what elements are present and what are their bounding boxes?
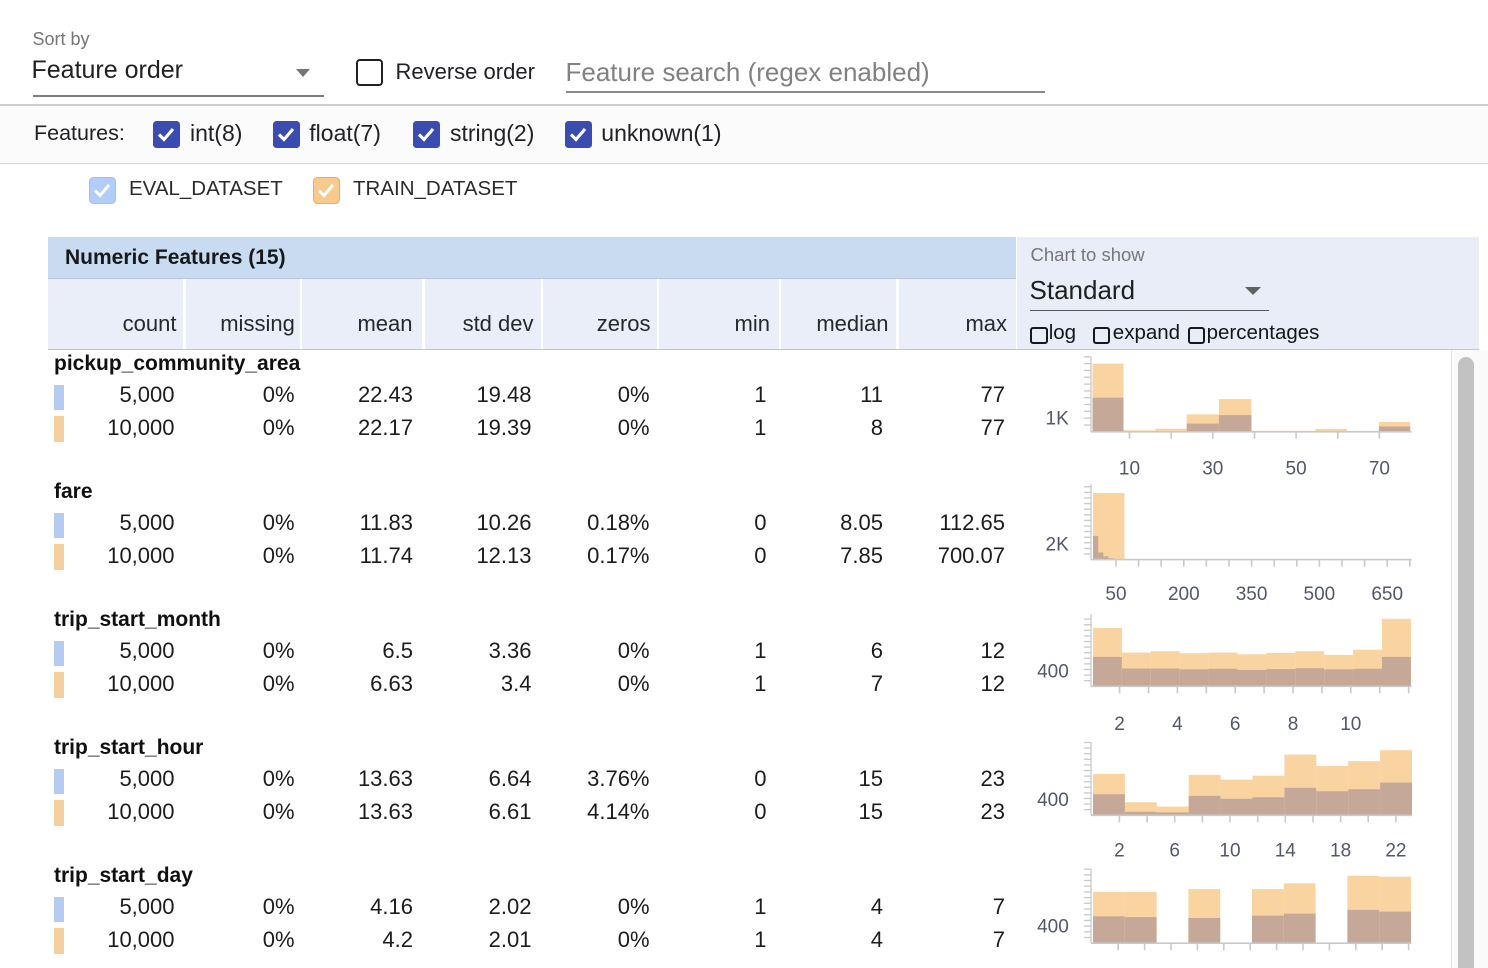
svg-text:6: 6	[1230, 714, 1241, 735]
svg-text:200: 200	[1168, 584, 1200, 605]
svg-text:400: 400	[1037, 917, 1069, 938]
svg-text:6: 6	[1169, 840, 1180, 861]
svg-text:4: 4	[1172, 714, 1183, 735]
svg-text:1K: 1K	[1046, 409, 1070, 430]
svg-text:14: 14	[1275, 840, 1297, 861]
svg-text:18: 18	[1330, 840, 1351, 861]
svg-text:2K: 2K	[1046, 534, 1070, 555]
svg-text:50: 50	[1286, 459, 1307, 480]
svg-text:70: 70	[1369, 459, 1390, 480]
svg-text:10: 10	[1340, 714, 1361, 735]
svg-text:50: 50	[1105, 584, 1126, 605]
svg-text:2: 2	[1114, 714, 1125, 735]
svg-text:8: 8	[1288, 714, 1299, 735]
svg-text:400: 400	[1037, 790, 1069, 811]
svg-text:350: 350	[1236, 584, 1268, 605]
svg-text:22: 22	[1385, 840, 1406, 861]
svg-text:10: 10	[1119, 459, 1140, 480]
svg-text:30: 30	[1202, 459, 1223, 480]
svg-text:400: 400	[1037, 662, 1069, 683]
svg-text:650: 650	[1371, 584, 1403, 605]
svg-text:500: 500	[1304, 584, 1336, 605]
svg-text:2: 2	[1114, 840, 1125, 861]
svg-text:10: 10	[1219, 840, 1240, 861]
